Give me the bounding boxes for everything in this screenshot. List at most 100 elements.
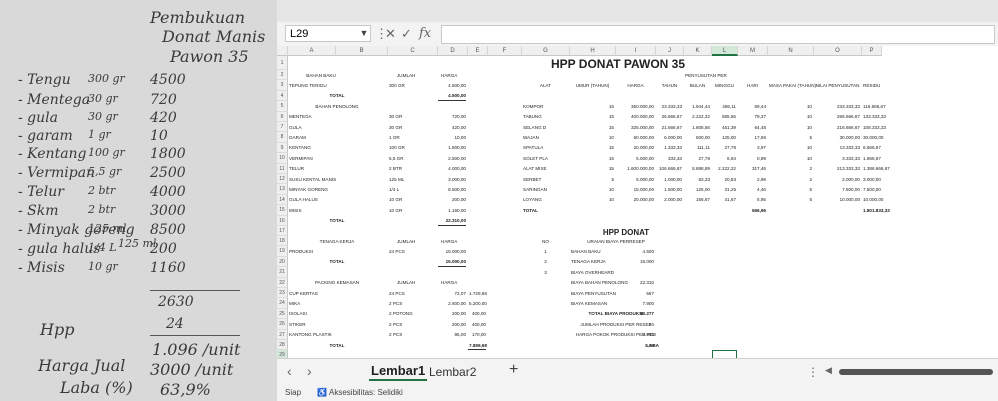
cell-item[interactable]: MISIS bbox=[289, 207, 302, 214]
row-header-1[interactable]: 1 bbox=[277, 56, 288, 70]
cell-harga[interactable]: 5.000,00 bbox=[617, 176, 654, 183]
column-header-l[interactable]: L bbox=[712, 46, 738, 56]
cell-umur[interactable]: 10 bbox=[571, 196, 614, 203]
cell-minggu[interactable]: 31,25 bbox=[713, 186, 737, 193]
cell-total[interactable]: 22.310,00 bbox=[439, 217, 466, 224]
cell-qty[interactable]: 30 GR bbox=[389, 124, 402, 131]
cell-masa-pakai[interactable]: 5 bbox=[769, 196, 812, 203]
cell-qty[interactable]: 2 PCS bbox=[389, 331, 402, 338]
cell-subtotal[interactable]: 170,00 bbox=[469, 331, 486, 338]
cell-tahun[interactable]: 1.000,00 bbox=[657, 176, 682, 183]
header-tenaga-kerja[interactable]: TENAGA KERJA bbox=[289, 238, 385, 245]
cell-nilai-penyusutan[interactable]: 13.333,33 bbox=[815, 144, 860, 151]
cell-nilai-penyusutan[interactable]: 10.000,00 bbox=[815, 196, 860, 203]
cell-residu[interactable]: 1.386.666,67 bbox=[863, 165, 890, 172]
cell-residu[interactable]: 3.000,00 bbox=[863, 176, 881, 183]
row-header-14[interactable]: 14 bbox=[277, 194, 288, 206]
cell-qty[interactable]: 5,5 GR bbox=[389, 155, 404, 162]
cell-alat[interactable]: SELANG D bbox=[523, 124, 546, 131]
cell-total-label[interactable]: TOTAL bbox=[289, 217, 385, 224]
cell-item[interactable]: MENTEGA bbox=[289, 113, 312, 120]
accessibility-icon[interactable]: ♿ bbox=[317, 388, 327, 397]
row-header-4[interactable]: 4 bbox=[277, 90, 288, 102]
cell-residu[interactable]: 30.000,00 bbox=[863, 134, 883, 141]
cell-tahun[interactable]: 333,33 bbox=[657, 155, 682, 162]
cell-minggu[interactable]: 451,39 bbox=[713, 124, 736, 131]
cell-qty[interactable]: 2 BTR bbox=[389, 165, 402, 172]
cell-alat[interactable]: SOLET PLA bbox=[523, 155, 548, 162]
depreciation-header[interactable]: BULAN bbox=[685, 82, 710, 89]
column-header-a[interactable]: A bbox=[288, 46, 336, 56]
cell-hari[interactable]: 2,98 bbox=[739, 176, 766, 183]
select-all-corner[interactable] bbox=[277, 46, 288, 56]
cell-qty[interactable]: 100 GR bbox=[389, 144, 405, 151]
cell-per-resep[interactable]: 24 bbox=[617, 321, 654, 328]
column-header-b[interactable]: B bbox=[336, 46, 388, 56]
row-header-3[interactable]: 3 bbox=[277, 80, 288, 91]
cell-subtotal[interactable]: 400,00 bbox=[469, 310, 486, 317]
cell-price[interactable]: 72,07 bbox=[439, 290, 467, 297]
cell-bulan[interactable]: 500,00 bbox=[685, 134, 710, 141]
cell-subtotal[interactable]: 1.729,68 bbox=[469, 290, 487, 297]
cell-price[interactable]: 85,00 bbox=[439, 331, 467, 338]
cell-bulan[interactable]: 8.888,89 bbox=[685, 165, 710, 172]
more-options-icon[interactable]: ⋮ bbox=[807, 365, 819, 379]
cell-total-label[interactable]: TOTAL bbox=[289, 258, 385, 265]
cell-hari[interactable]: 5,95 bbox=[739, 196, 766, 203]
header-bahan-baku[interactable]: BAHAN BAKU bbox=[293, 72, 349, 79]
cell-total-biaya[interactable]: 50.277 bbox=[617, 310, 654, 317]
cell-minggu[interactable]: 486,11 bbox=[713, 103, 736, 110]
row-header-6[interactable]: 6 bbox=[277, 111, 288, 122]
worksheet-grid[interactable]: ABCDEFGHIJKLMNOP 1 2 3 4 5 6 7 8 9 10 11 12 13 14 15 16… bbox=[277, 46, 998, 361]
cell-no[interactable]: 3 bbox=[523, 269, 568, 276]
row-header-7[interactable]: 7 bbox=[277, 122, 288, 133]
header-harga[interactable]: HARGA bbox=[441, 279, 457, 286]
cell-residu[interactable]: 108.333,33 bbox=[863, 124, 886, 131]
cell-bulan[interactable]: 83,33 bbox=[685, 176, 711, 183]
cell-total[interactable]: 4.500,00 bbox=[439, 92, 466, 99]
cell-item[interactable]: MINYAK GORENG bbox=[289, 186, 328, 193]
cell-qty[interactable]: 2 POTONG bbox=[389, 310, 413, 317]
column-header-o[interactable]: O bbox=[814, 46, 862, 56]
cancel-formula-icon[interactable]: ✕ bbox=[385, 25, 396, 42]
column-header-d[interactable]: D bbox=[438, 46, 468, 56]
row-header-12[interactable]: 12 bbox=[277, 174, 288, 185]
cell-price[interactable]: 2.500,00 bbox=[439, 155, 466, 162]
cell-nilai[interactable]: 22.310 bbox=[617, 279, 654, 286]
cell-total[interactable]: 7.899,68 bbox=[469, 342, 487, 349]
cell-masa-pakai[interactable]: 2 bbox=[769, 176, 812, 183]
column-header-i[interactable]: I bbox=[616, 46, 656, 56]
header-jumlah[interactable]: JUMLAH bbox=[397, 72, 415, 79]
cell-item[interactable]: GULA bbox=[289, 124, 302, 131]
column-header-e[interactable]: E bbox=[468, 46, 488, 56]
row-header-25[interactable]: 25 bbox=[277, 308, 288, 320]
cell-harga[interactable]: 20.000,00 bbox=[617, 144, 654, 151]
cell-hari[interactable]: 64,48 bbox=[739, 124, 767, 131]
cell-nilai-penyusutan[interactable]: 7.500,00 bbox=[815, 186, 860, 193]
cell-qty[interactable]: 10 GR bbox=[389, 196, 402, 203]
cell-umur[interactable]: 15 bbox=[571, 144, 614, 151]
cell-masa-pakai[interactable]: 5 bbox=[769, 134, 812, 141]
scroll-left-icon[interactable]: ◀ bbox=[825, 365, 832, 376]
cell-nilai-penyusutan[interactable]: 216.666,67 bbox=[815, 124, 860, 131]
confirm-formula-icon[interactable]: ✓ bbox=[401, 25, 412, 42]
cell-umur[interactable]: 15 bbox=[571, 165, 614, 172]
cell-umur[interactable]: 5 bbox=[571, 176, 614, 183]
cell-nilai[interactable]: 4.500 bbox=[617, 248, 655, 255]
cell-hari[interactable]: 4,46 bbox=[739, 186, 766, 193]
cell-uraian[interactable]: TENAGA KERJA bbox=[571, 258, 606, 265]
column-header-h[interactable]: H bbox=[570, 46, 616, 56]
cell-item[interactable]: KENTANG bbox=[289, 144, 311, 151]
cell-hari[interactable]: 317,46 bbox=[739, 165, 766, 172]
cell-minggu[interactable]: 125,00 bbox=[713, 134, 736, 141]
cell-price[interactable]: 420,00 bbox=[439, 124, 466, 131]
cell-bulan[interactable]: 2.222,22 bbox=[685, 113, 710, 120]
row-header-13[interactable]: 13 bbox=[277, 184, 288, 195]
function-icon[interactable]: fx bbox=[419, 25, 431, 42]
cell-hari[interactable]: 79,37 bbox=[739, 113, 767, 120]
row-header-28[interactable]: 28 bbox=[277, 340, 288, 351]
depreciation-header[interactable]: HARI bbox=[739, 82, 766, 89]
cell-uraian[interactable]: BAHAN BAKU bbox=[571, 248, 601, 255]
cell-bulan[interactable]: 1.805,56 bbox=[685, 124, 710, 131]
cell-nilai-penyusutan[interactable]: 2.000,00 bbox=[815, 176, 860, 183]
